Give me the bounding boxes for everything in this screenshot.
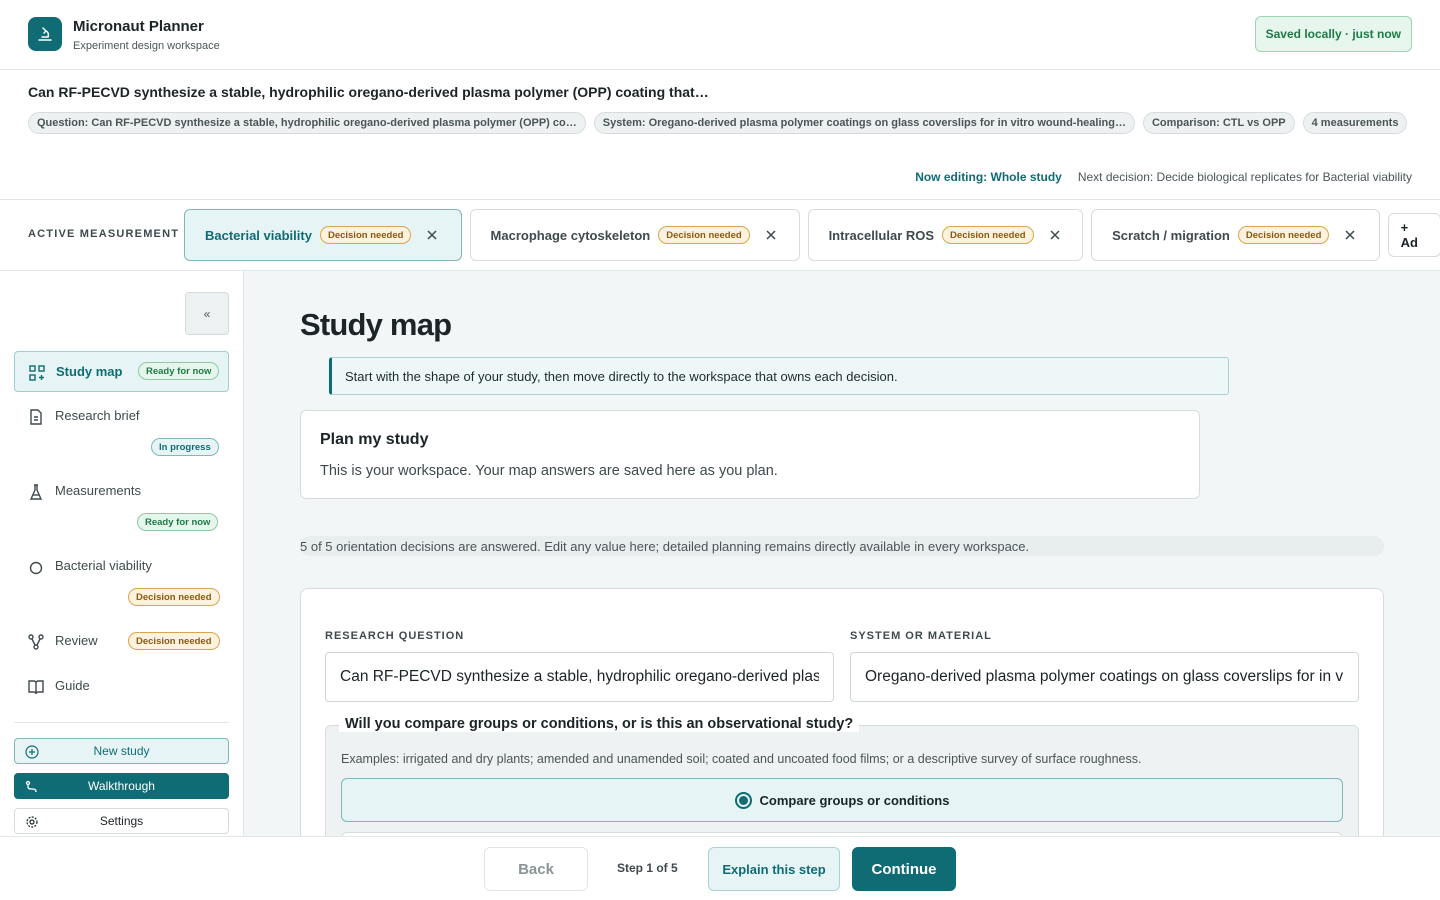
gear-icon xyxy=(26,816,38,828)
step-indicator: Step 1 of 5 xyxy=(617,861,678,875)
add-measurement-button[interactable]: + Ad xyxy=(1387,213,1440,257)
measurement-tabs: Bacterial viability Decision needed Macr… xyxy=(184,209,1440,261)
grid-icon xyxy=(29,365,45,381)
measurement-tab-bacterial-viability[interactable]: Bacterial viability Decision needed xyxy=(184,209,462,261)
now-editing-link[interactable]: Now editing: Whole study xyxy=(915,170,1062,184)
measurements-count-chip: 4 measurements xyxy=(1302,112,1408,134)
ready-badge: Ready for now xyxy=(137,513,219,531)
circle-icon xyxy=(29,561,43,575)
sidebar-item-research-brief[interactable]: Research brief In progress xyxy=(14,396,229,466)
main-content: Study map Start with the shape of your s… xyxy=(244,271,1440,836)
decision-needed-badge: Decision needed xyxy=(319,226,412,244)
app-subtitle: Experiment design workspace xyxy=(73,40,220,52)
sidebar-item-bacterial-viability[interactable]: Bacterial viability Decision needed xyxy=(14,546,229,616)
new-study-button[interactable]: New study xyxy=(14,738,229,764)
close-icon[interactable] xyxy=(423,226,441,244)
sidebar-item-review[interactable]: Review Decision needed xyxy=(14,621,229,661)
sidebar: « Study map Ready for now Research brief… xyxy=(0,271,244,836)
comparison-examples: Examples: irrigated and dry plants; amen… xyxy=(341,752,1142,766)
decision-needed-badge: Decision needed xyxy=(128,588,220,606)
sidebar-item-label: Bacterial viability xyxy=(55,558,152,573)
study-chips: Question: Can RF-PECVD synthesize a stab… xyxy=(28,112,1408,134)
sidebar-item-label: Study map xyxy=(56,364,123,379)
sidebar-item-measurements[interactable]: Measurements Ready for now xyxy=(14,471,229,541)
study-header: Can RF-PECVD synthesize a stable, hydrop… xyxy=(0,70,1440,200)
settings-button[interactable]: Settings xyxy=(14,808,229,834)
compare-groups-option[interactable]: Compare groups or conditions xyxy=(341,778,1343,822)
plan-my-study-card: Plan my study This is your workspace. Yo… xyxy=(300,410,1200,499)
document-icon xyxy=(30,409,42,425)
decision-needed-badge: Decision needed xyxy=(658,226,750,244)
comparison-question: Will you compare groups or conditions, o… xyxy=(339,716,860,732)
plan-card-text: This is your workspace. Your map answers… xyxy=(320,463,778,479)
active-measurement-label: ACTIVE MEASUREMENT xyxy=(28,228,180,240)
explain-step-button[interactable]: Explain this step xyxy=(708,847,840,891)
close-icon[interactable] xyxy=(1341,226,1359,244)
radio-selected-icon xyxy=(734,791,752,809)
plus-circle-icon xyxy=(25,745,39,759)
measurement-tab-macrophage-cytoskeleton[interactable]: Macrophage cytoskeleton Decision needed xyxy=(469,209,800,261)
option-label: Compare groups or conditions xyxy=(759,792,950,808)
walkthrough-label: Walkthrough xyxy=(88,779,155,793)
comparison-fieldset: Will you compare groups or conditions, o… xyxy=(325,716,1359,836)
ready-badge: Ready for now xyxy=(138,362,220,380)
sidebar-item-label: Guide xyxy=(55,678,90,693)
new-study-label: New study xyxy=(93,744,150,758)
measurement-tab-label: Scratch / migration xyxy=(1112,227,1230,243)
route-icon xyxy=(25,780,37,793)
next-decision-text: Next decision: Decide biological replica… xyxy=(1077,170,1412,184)
study-title: Can RF-PECVD synthesize a stable, hydrop… xyxy=(28,84,709,100)
measurement-tab-intracellular-ros[interactable]: Intracellular ROS Decision needed xyxy=(807,209,1084,261)
saved-status-badge: Saved locally · just now xyxy=(1254,16,1412,52)
active-measurement-bar: ACTIVE MEASUREMENT Bacterial viability D… xyxy=(0,200,1440,271)
sidebar-item-label: Research brief xyxy=(55,408,140,423)
measurement-tab-scratch-migration[interactable]: Scratch / migration Decision needed xyxy=(1091,209,1380,261)
continue-button[interactable]: Continue xyxy=(852,847,956,891)
back-button[interactable]: Back xyxy=(484,847,588,891)
decision-needed-badge: Decision needed xyxy=(1237,226,1330,244)
research-question-input[interactable] xyxy=(325,652,834,702)
sidebar-divider xyxy=(14,722,229,723)
settings-label: Settings xyxy=(99,814,144,828)
footer-bar: Back Step 1 of 5 Explain this step Conti… xyxy=(0,836,1440,900)
decision-needed-badge: Decision needed xyxy=(128,632,220,650)
study-map-form: RESEARCH QUESTION SYSTEM OR MATERIAL Wil… xyxy=(300,588,1384,836)
in-progress-badge: In progress xyxy=(151,438,219,456)
app-title: Micronaut Planner xyxy=(73,18,204,35)
app-logo-icon xyxy=(28,17,62,51)
walkthrough-button[interactable]: Walkthrough xyxy=(14,773,229,799)
close-icon[interactable] xyxy=(762,226,780,244)
question-chip: Question: Can RF-PECVD synthesize a stab… xyxy=(28,112,586,134)
measurement-tab-label: Intracellular ROS xyxy=(828,227,935,243)
sidebar-item-guide[interactable]: Guide xyxy=(14,666,229,706)
book-icon xyxy=(28,680,44,695)
sidebar-item-label: Measurements xyxy=(55,483,141,498)
research-question-label: RESEARCH QUESTION xyxy=(325,630,465,642)
system-material-input[interactable] xyxy=(850,652,1359,702)
measurement-tab-label: Bacterial viability xyxy=(205,227,312,243)
system-chip: System: Oregano-derived plasma polymer c… xyxy=(593,112,1135,134)
comparison-chip: Comparison: CTL vs OPP xyxy=(1142,112,1295,134)
collapse-sidebar-button[interactable]: « xyxy=(185,292,229,335)
branch-icon xyxy=(28,634,44,650)
close-icon[interactable] xyxy=(1046,226,1064,244)
page-title: Study map xyxy=(300,307,452,342)
flask-icon xyxy=(29,484,43,500)
system-material-label: SYSTEM OR MATERIAL xyxy=(850,630,992,642)
top-bar: Micronaut Planner Experiment design work… xyxy=(0,0,1440,70)
decision-needed-badge: Decision needed xyxy=(942,226,1034,244)
sidebar-item-label: Review xyxy=(55,633,98,648)
info-banner: Start with the shape of your study, then… xyxy=(329,357,1229,395)
orientation-progress: 5 of 5 orientation decisions are answere… xyxy=(300,536,1384,556)
sidebar-item-study-map[interactable]: Study map Ready for now xyxy=(14,351,229,392)
measurement-tab-label: Macrophage cytoskeleton xyxy=(490,227,651,243)
plan-card-title: Plan my study xyxy=(320,431,429,448)
editing-status: Now editing: Whole study Next decision: … xyxy=(915,170,1412,184)
